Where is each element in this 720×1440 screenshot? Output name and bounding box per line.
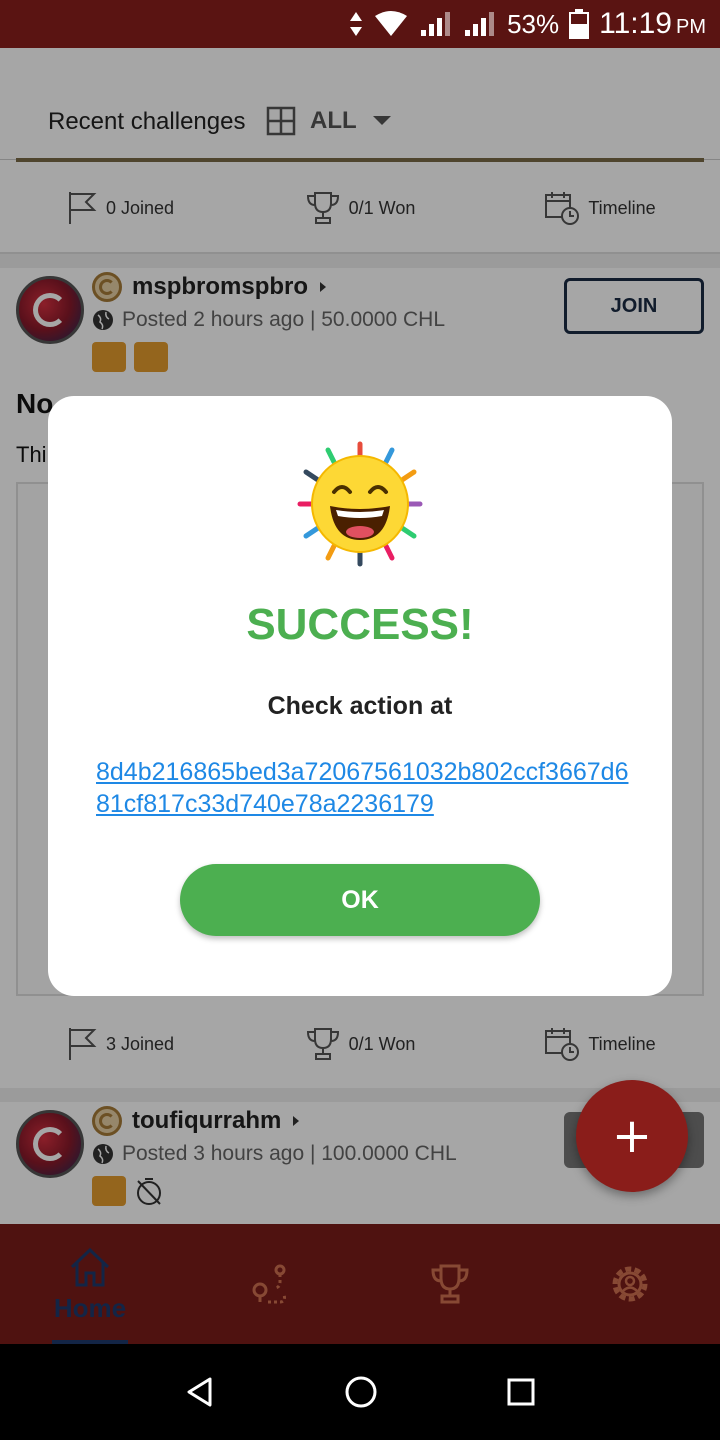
signal-icon <box>421 12 451 36</box>
party-face-icon <box>297 441 423 567</box>
transaction-link[interactable]: 8d4b216865bed3a72067561032b802ccf3667d68… <box>96 756 636 820</box>
wifi-icon <box>375 11 408 36</box>
clock: 11:19 PM <box>599 7 706 40</box>
back-icon[interactable] <box>184 1376 216 1408</box>
ok-button[interactable]: OK <box>180 864 540 936</box>
success-dialog: SUCCESS! Check action at 8d4b216865bed3a… <box>48 396 672 996</box>
battery-icon <box>569 9 590 39</box>
signal-icon-2 <box>465 12 495 36</box>
dialog-title: SUCCESS! <box>246 600 474 649</box>
add-button[interactable]: + <box>576 1080 688 1192</box>
dialog-message: Check action at <box>267 692 453 720</box>
recents-icon[interactable] <box>506 1377 536 1407</box>
data-arrows-icon <box>350 12 363 36</box>
battery-percent: 53% <box>507 8 560 39</box>
home-circle-icon[interactable] <box>344 1375 378 1409</box>
status-bar: 53% 11:19 PM <box>0 0 720 48</box>
system-navigation-bar <box>0 1344 720 1440</box>
